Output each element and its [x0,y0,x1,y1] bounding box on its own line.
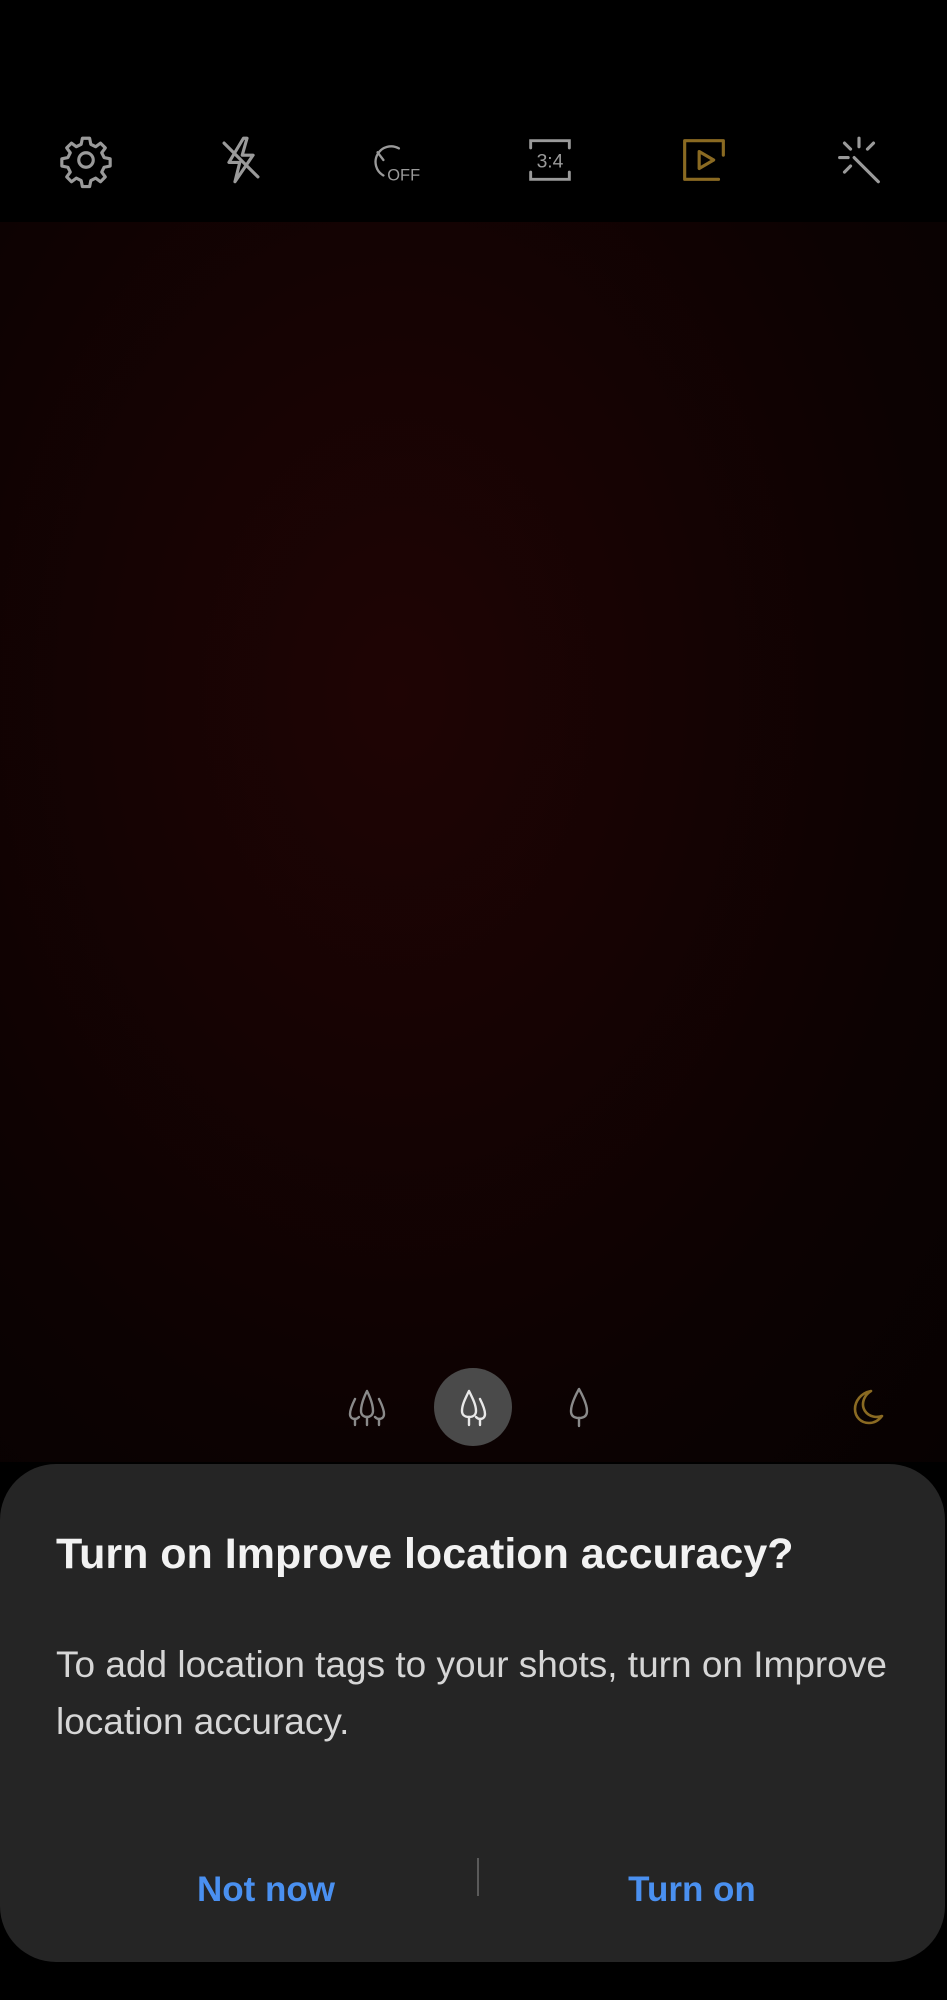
button-divider [477,1858,479,1896]
dialog-message: To add location tags to your shots, turn… [56,1644,887,1742]
camera-screen: OFF 3:4 Turn on Improve location accurac… [0,0,947,2000]
settings-icon[interactable] [53,127,119,193]
zoom-selector [0,1368,947,1448]
filters-icon[interactable] [826,127,892,193]
camera-top-bar: OFF 3:4 [0,0,947,222]
timer-off-label: OFF [387,166,420,184]
flash-off-icon[interactable] [208,127,274,193]
wide-icon[interactable] [434,1368,512,1446]
not-now-button[interactable]: Not now [130,1850,402,1930]
aspect-ratio-label: 3:4 [537,151,564,172]
tele-icon[interactable] [540,1368,618,1446]
timer-off-icon[interactable]: OFF [362,127,428,193]
moon-icon[interactable] [836,1378,894,1436]
aspect-ratio-icon[interactable]: 3:4 [517,127,583,193]
turn-on-button[interactable]: Turn on [556,1850,828,1930]
location-accuracy-dialog: Turn on Improve location accuracy? To ad… [0,1464,945,1962]
motion-photo-icon[interactable] [671,127,737,193]
ultra-wide-icon[interactable] [328,1368,406,1446]
camera-viewfinder[interactable] [0,222,947,1462]
dialog-title: Turn on Improve location accuracy? [56,1530,794,1578]
